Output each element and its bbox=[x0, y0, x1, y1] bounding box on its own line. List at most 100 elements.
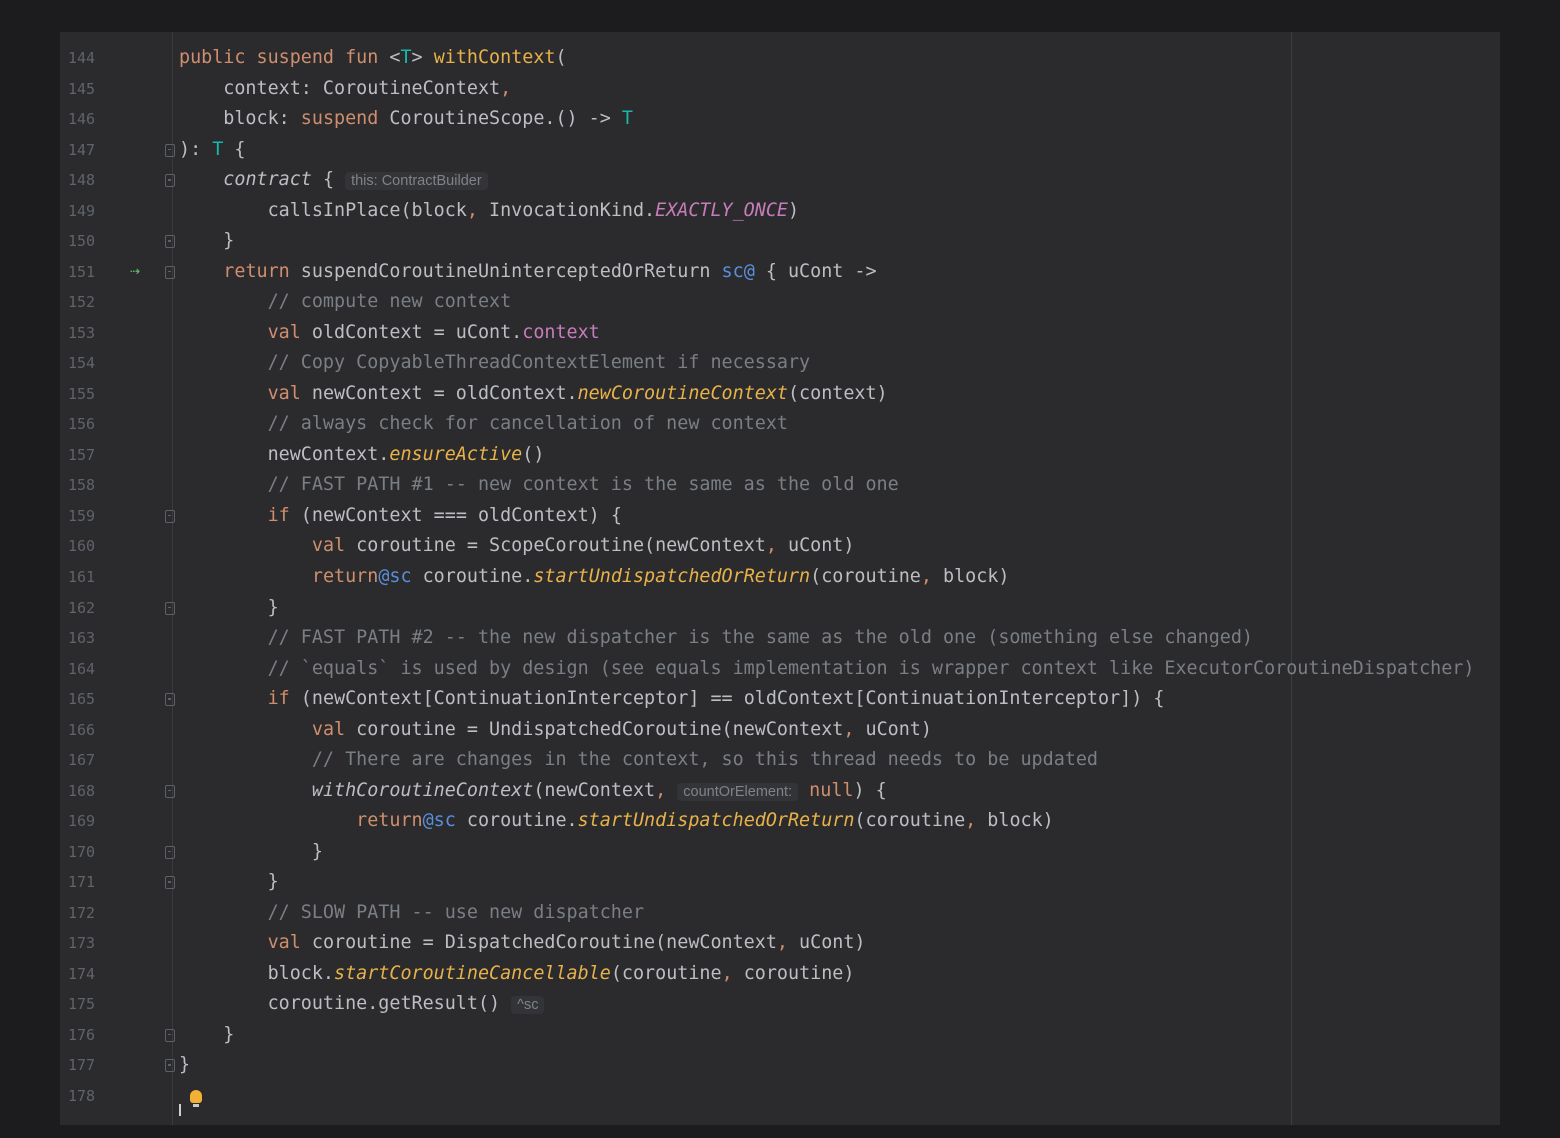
fold-marker-icon[interactable] bbox=[165, 693, 175, 707]
code-text: context: CoroutineContext bbox=[179, 77, 501, 99]
keyword: val bbox=[311, 718, 346, 740]
code-line[interactable]: 178 bbox=[60, 1082, 1500, 1117]
code-line[interactable]: 154 // Copy CopyableThreadContextElement… bbox=[60, 349, 1500, 380]
code-line[interactable]: 157 newContext.ensureActive() bbox=[60, 441, 1500, 472]
line-number: 159 bbox=[68, 506, 96, 525]
fold-marker-icon[interactable] bbox=[165, 845, 175, 859]
code-line[interactable]: 163 // FAST PATH #2 -- the new dispatche… bbox=[60, 624, 1500, 655]
code-text: } bbox=[179, 596, 279, 618]
code-line[interactable]: 152 // compute new context bbox=[60, 288, 1500, 319]
comment: // always check for cancellation of new … bbox=[179, 413, 788, 435]
code-content: } bbox=[179, 871, 279, 892]
code-line[interactable]: 153 val oldContext = uCont.context bbox=[60, 319, 1500, 350]
code-line[interactable]: 149 callsInPlace(block, InvocationKind.E… bbox=[60, 197, 1500, 228]
fold-marker-icon[interactable] bbox=[165, 601, 175, 615]
line-number: 177 bbox=[68, 1056, 96, 1075]
code-content: public suspend fun <T> withContext( bbox=[179, 47, 567, 68]
code-line[interactable]: 171 } bbox=[60, 868, 1500, 899]
fold-marker-icon[interactable] bbox=[165, 509, 175, 523]
function-call: startUndispatchedOrReturn bbox=[577, 810, 855, 832]
line-number: 167 bbox=[68, 751, 96, 770]
code-line[interactable]: 174 block.startCoroutineCancellable(coro… bbox=[60, 960, 1500, 991]
italic-identifier: contract bbox=[223, 169, 312, 191]
line-number: 148 bbox=[68, 171, 96, 190]
code-line[interactable]: 176 } bbox=[60, 1021, 1500, 1052]
fold-marker-icon[interactable] bbox=[165, 1059, 175, 1073]
function-declaration: withContext bbox=[433, 47, 556, 68]
fold-marker-icon[interactable] bbox=[165, 876, 175, 890]
fold-marker-icon[interactable] bbox=[165, 174, 175, 188]
code-content: return suspendCoroutineUninterceptedOrRe… bbox=[179, 261, 876, 282]
keyword: suspend bbox=[300, 108, 379, 130]
suspend-call-icon[interactable]: ⇢ bbox=[130, 261, 140, 281]
punctuation: , bbox=[843, 718, 855, 740]
code-line[interactable]: 162 } bbox=[60, 594, 1500, 625]
line-number: 168 bbox=[68, 781, 96, 800]
code-line[interactable]: 175 coroutine.getResult() ^sc bbox=[60, 990, 1500, 1021]
code-text: } bbox=[179, 1054, 191, 1076]
code-content: val oldContext = uCont.context bbox=[179, 322, 600, 343]
code-line[interactable]: 166 val coroutine = UndispatchedCoroutin… bbox=[60, 716, 1500, 747]
code-line[interactable]: 165 if (newContext[ContinuationIntercept… bbox=[60, 685, 1500, 716]
fold-marker-icon[interactable] bbox=[165, 235, 175, 249]
line-number: 158 bbox=[68, 476, 96, 495]
line-number: 171 bbox=[68, 873, 96, 892]
lightbulb-icon[interactable] bbox=[190, 1090, 202, 1108]
code-line[interactable]: 170 } bbox=[60, 838, 1500, 869]
function-call: ensureActive bbox=[389, 443, 523, 465]
code-line[interactable]: 172 // SLOW PATH -- use new dispatcher bbox=[60, 899, 1500, 930]
code-text: uCont) bbox=[776, 535, 855, 557]
code-line[interactable]: 159 if (newContext === oldContext) { bbox=[60, 502, 1500, 533]
type-parameter: T bbox=[212, 138, 224, 160]
code-line[interactable]: 150 } bbox=[60, 227, 1500, 258]
code-text: < bbox=[389, 47, 401, 68]
code-text: (newContext bbox=[533, 779, 656, 801]
label: @sc bbox=[422, 810, 456, 832]
code-line[interactable]: 148 contract { this: ContractBuilder bbox=[60, 166, 1500, 197]
code-line[interactable]: 167 // There are changes in the context,… bbox=[60, 746, 1500, 777]
line-number: 164 bbox=[68, 659, 96, 678]
code-content: withCoroutineContext(newContext, countOr… bbox=[179, 780, 887, 801]
code-content: if (newContext[ContinuationInterceptor] … bbox=[179, 688, 1165, 709]
code-text: (context) bbox=[787, 382, 888, 404]
code-text: block) bbox=[931, 566, 1010, 587]
code-line[interactable]: 161 return@sc coroutine.startUndispatche… bbox=[60, 563, 1500, 594]
code-text: ) bbox=[787, 199, 800, 221]
line-number: 176 bbox=[68, 1025, 96, 1044]
code-content: } bbox=[179, 841, 323, 862]
code-line[interactable]: 145 context: CoroutineContext, bbox=[60, 75, 1500, 106]
code-text: InvocationKind. bbox=[477, 199, 656, 221]
code-text: (newContext === oldContext) { bbox=[289, 504, 622, 526]
code-line[interactable]: 155 val newContext = oldContext.newCorou… bbox=[60, 380, 1500, 411]
code-line[interactable]: 173 val coroutine = DispatchedCoroutine(… bbox=[60, 929, 1500, 960]
code-line[interactable]: 156 // always check for cancellation of … bbox=[60, 410, 1500, 441]
fold-marker-icon[interactable] bbox=[165, 143, 175, 157]
code-content: } bbox=[179, 1024, 234, 1045]
code-content: callsInPlace(block, InvocationKind.EXACT… bbox=[179, 199, 800, 221]
code-line[interactable]: 164 // `equals` is used by design (see e… bbox=[60, 655, 1500, 686]
code-line[interactable]: 177} bbox=[60, 1051, 1500, 1082]
code-line[interactable]: 168 withCoroutineContext(newContext, cou… bbox=[60, 777, 1500, 808]
punctuation: , bbox=[776, 932, 788, 954]
code-line[interactable]: 158 // FAST PATH #1 -- new context is th… bbox=[60, 471, 1500, 502]
code-line[interactable]: 160 val coroutine = ScopeCoroutine(newCo… bbox=[60, 532, 1500, 563]
fold-marker-icon[interactable] bbox=[165, 784, 175, 798]
code-line[interactable]: 169 return@sc coroutine.startUndispatche… bbox=[60, 807, 1500, 838]
code-line[interactable]: 146 block: suspend CoroutineScope.() -> … bbox=[60, 105, 1500, 136]
code-line[interactable]: 144 public suspend fun <T> withContext( bbox=[60, 44, 1500, 75]
fold-marker-icon[interactable] bbox=[165, 265, 175, 279]
punctuation: , bbox=[765, 535, 777, 557]
code-editor[interactable]: 144 public suspend fun <T> withContext(14… bbox=[60, 32, 1500, 1125]
type-parameter: T bbox=[400, 47, 412, 68]
comment: // `equals` is used by design (see equal… bbox=[179, 657, 1475, 679]
fold-marker-icon[interactable] bbox=[165, 1028, 175, 1042]
code-line[interactable]: 147): T { bbox=[60, 136, 1500, 167]
line-number: 169 bbox=[68, 812, 96, 831]
line-number: 160 bbox=[68, 537, 96, 556]
code-line[interactable]: 151 ⇢ return suspendCoroutineUnintercepte… bbox=[60, 258, 1500, 289]
